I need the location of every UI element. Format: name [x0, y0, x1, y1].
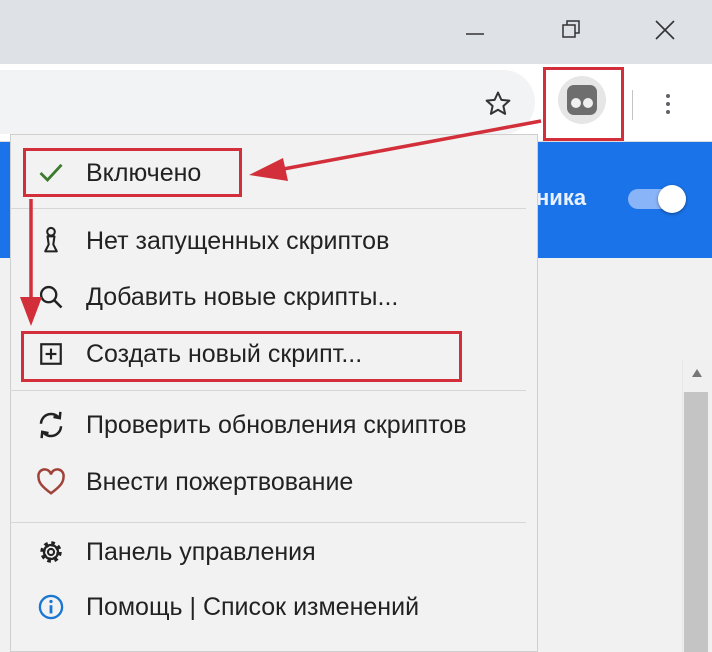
kebab-menu-icon	[666, 94, 670, 98]
menu-item-label: Проверить обновления скриптов	[86, 410, 467, 439]
menu-item-check-updates[interactable]: Проверить обновления скриптов	[18, 398, 526, 452]
star-icon	[485, 91, 511, 115]
sync-icon	[36, 410, 66, 440]
enable-toggle[interactable]	[624, 185, 686, 213]
heart-icon	[36, 467, 66, 497]
restore-icon	[562, 20, 580, 38]
menu-item-add-scripts[interactable]: Добавить новые скрипты...	[18, 270, 526, 324]
menu-separator	[10, 522, 526, 523]
menu-item-label: Нет запущенных скриптов	[86, 226, 390, 255]
address-bar[interactable]	[0, 70, 535, 134]
minimize-button[interactable]	[450, 8, 500, 52]
scrollbar-thumb[interactable]	[684, 392, 708, 652]
close-icon	[655, 20, 675, 40]
menu-separator	[10, 208, 526, 209]
enabled-highlight-box	[23, 148, 242, 197]
menu-item-donate[interactable]: Внести пожертвование	[18, 455, 526, 509]
close-button[interactable]	[640, 8, 690, 52]
menu-item-label: Внести пожертвование	[86, 467, 354, 496]
extension-highlight-box	[543, 67, 624, 141]
menu-item-help-changelog[interactable]: Помощь | Список изменений	[18, 580, 526, 634]
minimize-icon	[466, 33, 484, 35]
menu-separator	[10, 390, 526, 391]
restore-button[interactable]	[546, 8, 596, 52]
scroll-up-icon	[692, 369, 702, 377]
menu-item-no-running-scripts: Нет запущенных скриптов	[18, 214, 526, 268]
menu-item-dashboard[interactable]: Панель управления	[18, 525, 526, 579]
search-icon	[36, 282, 66, 312]
menu-item-label: Панель управления	[86, 537, 316, 566]
browser-menu-button[interactable]	[652, 84, 684, 124]
banner-text: ника	[536, 185, 587, 210]
bookmark-button[interactable]	[478, 84, 518, 124]
chess-pawn-icon	[36, 226, 66, 256]
scroll-up-button[interactable]	[682, 362, 712, 384]
gear-icon	[36, 537, 66, 567]
menu-item-label: Добавить новые скрипты...	[86, 282, 399, 311]
toolbar-divider	[632, 90, 633, 120]
menu-item-label: Помощь | Список изменений	[86, 592, 420, 621]
info-icon	[36, 592, 66, 622]
title-bar	[0, 0, 712, 64]
create-script-highlight-box	[21, 331, 462, 382]
